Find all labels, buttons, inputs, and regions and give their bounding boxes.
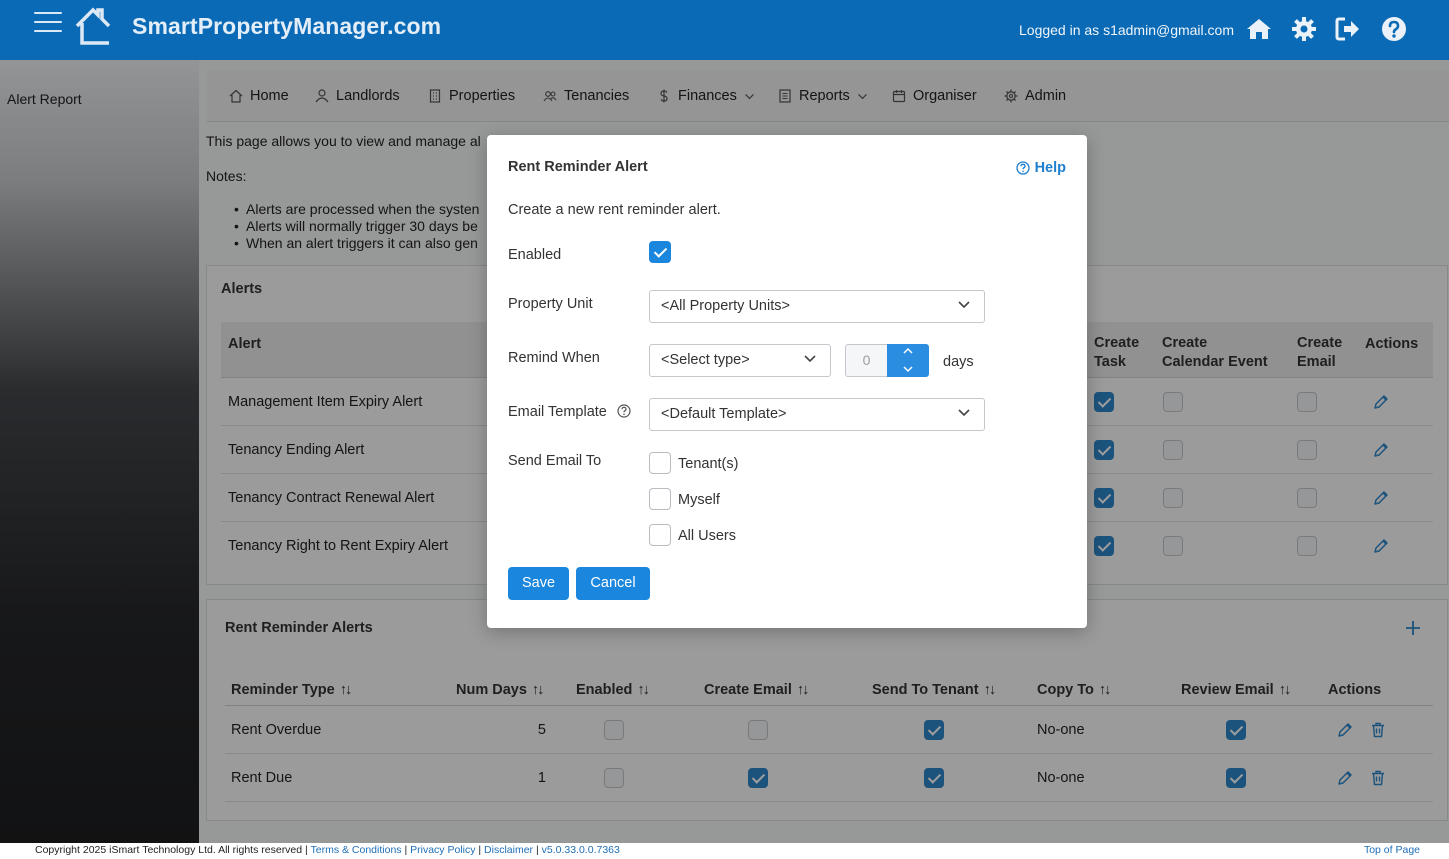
cancel-button[interactable]: Cancel — [576, 567, 650, 600]
chevron-down-icon — [958, 409, 970, 417]
chevron-up-icon[interactable] — [902, 347, 914, 355]
disclaimer-link[interactable]: Disclaimer — [484, 844, 533, 856]
terms-link[interactable]: Terms & Conditions — [311, 844, 402, 856]
home-icon[interactable] — [1246, 16, 1272, 42]
remind-when-label: Remind When — [508, 350, 600, 366]
days-input[interactable]: 0 — [845, 344, 887, 377]
privacy-link[interactable]: Privacy Policy — [410, 844, 475, 856]
help-link[interactable]: Help — [1015, 160, 1066, 176]
chevron-down-icon — [804, 355, 816, 363]
tenants-checkbox[interactable] — [649, 452, 671, 474]
property-unit-select[interactable]: <All Property Units> — [649, 290, 985, 323]
selected-value: <Select type> — [661, 352, 750, 368]
modal-description: Create a new rent reminder alert. — [508, 202, 721, 218]
logo-house-icon — [75, 7, 111, 45]
send-email-to-label: Send Email To — [508, 453, 602, 469]
copyright: Copyright 2025 iSmart Technology Ltd. Al… — [35, 844, 311, 856]
help-label: Help — [1034, 160, 1066, 176]
help-icon[interactable] — [1381, 16, 1407, 42]
logout-icon[interactable] — [1335, 16, 1361, 42]
version-link[interactable]: v5.0.33.0.0.7363 — [542, 844, 620, 856]
email-template-text: Email Template — [508, 404, 607, 420]
email-template-label: Email Template — [508, 404, 631, 420]
footer-links: Copyright 2025 iSmart Technology Ltd. Al… — [35, 844, 620, 856]
chevron-down-icon — [958, 301, 970, 309]
property-unit-label: Property Unit — [508, 296, 593, 312]
myself-label[interactable]: Myself — [678, 492, 720, 508]
footer: Copyright 2025 iSmart Technology Ltd. Al… — [0, 843, 1449, 859]
all-users-label[interactable]: All Users — [678, 528, 736, 544]
separator: | — [475, 844, 485, 856]
brand-title[interactable]: SmartPropertyManager.com — [132, 13, 441, 40]
all-users-checkbox[interactable] — [649, 524, 671, 546]
days-stepper[interactable] — [887, 344, 929, 377]
separator: | — [401, 844, 411, 856]
help-circle-icon — [1015, 161, 1030, 175]
remind-when-select[interactable]: <Select type> — [649, 344, 831, 377]
menu-icon[interactable] — [34, 12, 62, 34]
selected-value: <Default Template> — [661, 406, 787, 422]
tenants-label[interactable]: Tenant(s) — [678, 456, 738, 472]
modal-title: Rent Reminder Alert — [508, 159, 648, 175]
selected-value: <All Property Units> — [661, 298, 790, 314]
separator: | — [533, 844, 542, 856]
rent-reminder-modal: Rent Reminder Alert Help Create a new re… — [487, 135, 1087, 628]
gear-icon[interactable] — [1291, 16, 1317, 42]
save-button[interactable]: Save — [508, 567, 569, 600]
days-label: days — [943, 354, 974, 370]
email-template-select[interactable]: <Default Template> — [649, 398, 985, 431]
myself-checkbox[interactable] — [649, 488, 671, 510]
enabled-label: Enabled — [508, 247, 562, 263]
top-of-page-link[interactable]: Top of Page — [1364, 844, 1420, 856]
help-circle-icon[interactable] — [617, 404, 631, 418]
enabled-checkbox[interactable] — [649, 241, 671, 263]
top-header: SmartPropertyManager.com Logged in as s1… — [0, 0, 1449, 60]
login-status: Logged in as s1admin@gmail.com — [1019, 22, 1234, 38]
chevron-down-icon[interactable] — [902, 365, 914, 373]
